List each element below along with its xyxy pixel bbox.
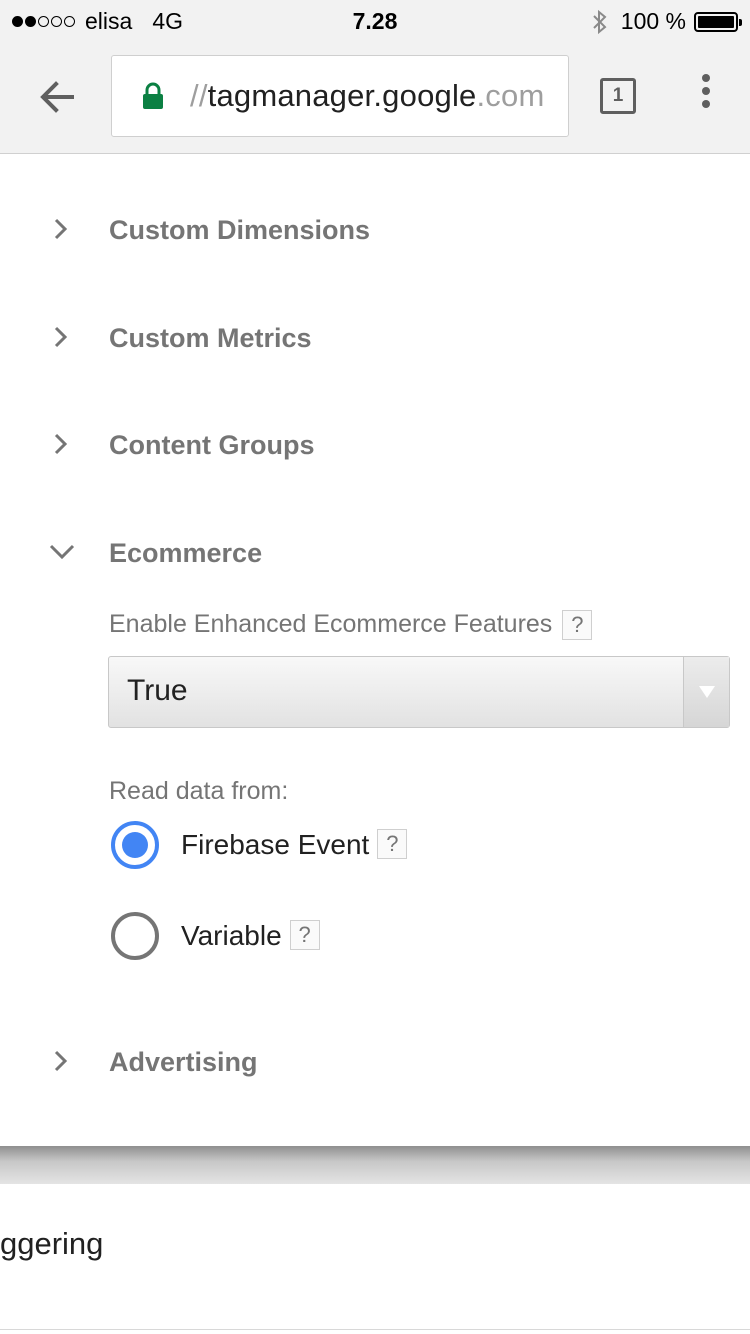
radio-variable[interactable]: Variable? (111, 912, 711, 962)
overflow-menu-icon[interactable] (696, 74, 716, 118)
url-text: //tagmanager.google.com (190, 78, 544, 114)
section-advertising[interactable]: Advertising (0, 1032, 750, 1092)
radio-label: Variable? (181, 919, 320, 953)
url-host: tagmanager.google (207, 78, 477, 113)
help-icon[interactable]: ? (289, 919, 320, 950)
lock-icon (143, 82, 163, 109)
bluetooth-icon (593, 9, 607, 34)
section-title: Custom Dimensions (109, 215, 371, 245)
section-title: Custom Metrics (109, 323, 312, 353)
tab-switcher-icon[interactable]: 1 (600, 78, 636, 114)
triggering-panel[interactable]: ggering (0, 1184, 750, 1334)
arrow-left-icon[interactable] (32, 72, 82, 122)
chevron-right-icon (54, 1050, 68, 1072)
enhanced-ecommerce-text: Enable Enhanced Ecommerce Features (109, 610, 553, 638)
section-title: Content Groups (109, 430, 315, 460)
url-suffix: .com (476, 78, 545, 113)
read-data-label: Read data from: (109, 777, 289, 805)
section-title: Ecommerce (109, 538, 263, 568)
browser-toolbar: //tagmanager.google.com 1 (0, 42, 750, 154)
chevron-down-icon (49, 544, 75, 560)
help-icon[interactable]: ? (562, 610, 593, 641)
triggering-heading: ggering (0, 1226, 104, 1261)
section-custom-dimensions[interactable]: Custom Dimensions (0, 200, 750, 260)
section-title: Advertising (109, 1047, 258, 1077)
section-ecommerce[interactable]: Ecommerce (0, 523, 750, 583)
enhanced-ecommerce-select[interactable]: True (108, 656, 730, 728)
panel-shadow (0, 1146, 750, 1184)
help-icon[interactable]: ? (377, 828, 408, 859)
address-bar[interactable]: //tagmanager.google.com (111, 55, 569, 137)
radio-button-unchecked[interactable] (111, 912, 159, 960)
status-bar: elisa 4G 7.28 100 % (0, 0, 750, 42)
radio-label-text: Variable (181, 920, 282, 951)
battery-percentage: 100 % (620, 8, 686, 34)
enhanced-ecommerce-label: Enable Enhanced Ecommerce Features? (109, 610, 593, 641)
chevron-right-icon (54, 326, 68, 348)
divider (0, 1329, 750, 1330)
chevron-right-icon (54, 433, 68, 455)
section-content-groups[interactable]: Content Groups (0, 415, 750, 475)
battery-icon (694, 11, 742, 32)
radio-label: Firebase Event? (181, 828, 408, 862)
dropdown-arrow-icon (683, 657, 729, 727)
section-custom-metrics[interactable]: Custom Metrics (0, 308, 750, 368)
radio-button-checked[interactable] (111, 821, 159, 869)
url-prefix: // (190, 78, 208, 113)
chevron-right-icon (54, 218, 68, 240)
select-value: True (127, 674, 188, 707)
radio-firebase-event[interactable]: Firebase Event? (111, 821, 711, 871)
status-right: 100 % (591, 8, 742, 35)
radio-label-text: Firebase Event (181, 829, 370, 860)
